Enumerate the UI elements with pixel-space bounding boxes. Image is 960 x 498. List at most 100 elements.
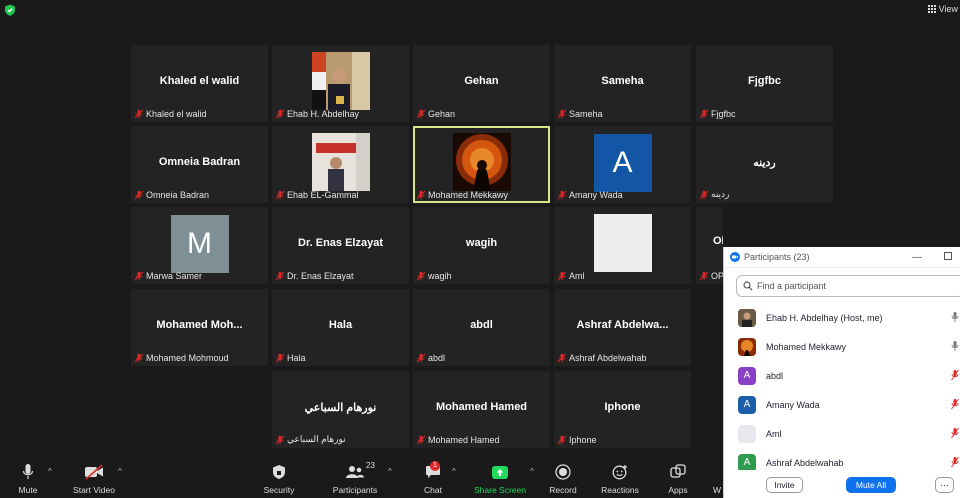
tile-name-label: Fjgfbc bbox=[699, 109, 736, 119]
video-tile[interactable]: Dr. Enas Elzayat Dr. Enas Elzayat bbox=[272, 207, 409, 284]
security-label: Security bbox=[263, 485, 295, 495]
mic-muted-icon bbox=[134, 353, 144, 363]
video-tile[interactable]: M Marwa Samer bbox=[131, 207, 268, 284]
reactions-button[interactable]: Reactions bbox=[600, 462, 640, 495]
participant-row[interactable]: A Amany Wada bbox=[724, 390, 960, 419]
video-options-chevron-icon[interactable]: ^ bbox=[118, 467, 122, 476]
participant-row[interactable]: Aabdl bbox=[724, 361, 960, 390]
video-tile[interactable]: Sameha Sameha bbox=[554, 45, 691, 122]
tile-label-text: نورهام السباعي bbox=[287, 434, 346, 444]
tile-label-text: Marwa Samer bbox=[146, 271, 203, 281]
invite-button[interactable]: Invite bbox=[766, 477, 803, 493]
mic-muted-icon bbox=[699, 109, 709, 119]
start-video-button[interactable]: Start Video bbox=[68, 462, 120, 495]
panel-title: Participants (23) bbox=[744, 252, 810, 262]
participant-row[interactable]: Mohamed Mekkawy bbox=[724, 332, 960, 361]
tile-name-label: Ehab H. Abdelhay bbox=[275, 109, 359, 119]
tile-label-text: Iphone bbox=[569, 435, 597, 445]
video-tile[interactable]: abdl abdl bbox=[413, 289, 550, 366]
tile-label-text: ردينه bbox=[711, 189, 730, 199]
share-screen-label: Share Screen bbox=[474, 485, 526, 495]
participants-count: 23 bbox=[366, 461, 375, 470]
video-tile[interactable]: OPPO F11 OP bbox=[696, 207, 723, 284]
participants-options-chevron-icon[interactable]: ^ bbox=[388, 467, 392, 476]
record-icon bbox=[555, 464, 571, 480]
record-button[interactable]: Record bbox=[548, 462, 578, 495]
video-tile[interactable]: Mohamed Mekkawy bbox=[413, 126, 550, 203]
apps-button[interactable]: Apps bbox=[664, 462, 692, 495]
mic-muted-icon bbox=[699, 190, 709, 200]
whiteboard-label-partial: W bbox=[712, 485, 722, 495]
mic-muted-icon bbox=[557, 109, 567, 119]
record-label: Record bbox=[549, 485, 577, 495]
video-tile[interactable]: Ehab EL-Gammal bbox=[272, 126, 409, 203]
tile-label-text: Fjgfbc bbox=[711, 109, 736, 119]
tile-name-label: Khaled el walid bbox=[134, 109, 207, 119]
security-button[interactable]: Security bbox=[260, 462, 298, 495]
video-tile[interactable]: Mohamed Hamed Mohamed Hamed bbox=[413, 371, 550, 448]
chat-button[interactable]: 1 Chat bbox=[420, 461, 446, 495]
microphone-icon bbox=[22, 464, 34, 479]
whiteboard-button-partial[interactable]: W bbox=[712, 462, 722, 495]
tile-display-name: ردينه bbox=[753, 157, 776, 169]
participant-avatar: A bbox=[738, 366, 756, 385]
video-tile[interactable]: نورهام السباعي نورهام السباعي bbox=[272, 371, 409, 448]
video-tile[interactable]: Ehab H. Abdelhay bbox=[272, 45, 409, 122]
tile-label-text: Dr. Enas Elzayat bbox=[287, 271, 354, 281]
share-options-chevron-icon[interactable]: ^ bbox=[530, 467, 534, 476]
mic-muted-icon bbox=[557, 435, 567, 445]
chat-options-chevron-icon[interactable]: ^ bbox=[452, 467, 456, 476]
minimize-icon[interactable]: — bbox=[912, 252, 922, 263]
video-tile[interactable]: Iphone Iphone bbox=[554, 371, 691, 448]
video-tile[interactable]: Mohamed Moh... Mohamed Mohmoud bbox=[131, 289, 268, 366]
tile-name-label: Marwa Samer bbox=[134, 271, 202, 281]
tile-name-label: abdl bbox=[416, 353, 445, 363]
video-tile[interactable]: Fjgfbc Fjgfbc bbox=[696, 45, 833, 122]
share-screen-button[interactable]: Share Screen bbox=[474, 462, 526, 495]
participant-video-image bbox=[452, 133, 511, 191]
video-tile[interactable]: Khaled el walid Khaled el walid bbox=[131, 45, 268, 122]
video-tile[interactable]: wagih wagih bbox=[413, 207, 550, 284]
maximize-icon[interactable] bbox=[944, 252, 952, 263]
mic-muted-icon bbox=[416, 353, 426, 363]
chat-label: Chat bbox=[424, 485, 442, 495]
mic-muted-icon bbox=[134, 109, 144, 119]
video-tile[interactable]: Hala Hala bbox=[272, 289, 409, 366]
participant-row[interactable]: Aml bbox=[724, 419, 960, 448]
participant-avatar bbox=[738, 424, 756, 443]
apps-label: Apps bbox=[668, 485, 688, 495]
more-button[interactable]: ··· bbox=[935, 477, 954, 493]
video-tile[interactable]: Gehan Gehan bbox=[413, 45, 550, 122]
tile-display-name: OPPO F11 bbox=[713, 235, 723, 247]
mic-muted-icon bbox=[416, 435, 426, 445]
tile-label-text: Aml bbox=[569, 271, 585, 281]
tile-display-name: Ashraf Abdelwa... bbox=[576, 319, 669, 331]
video-tile[interactable]: Ashraf Abdelwa... Ashraf Abdelwahab bbox=[554, 289, 691, 366]
tile-display-name: Dr. Enas Elzayat bbox=[298, 237, 383, 249]
tile-name-label: Ehab EL-Gammal bbox=[275, 190, 359, 200]
mic-muted-icon bbox=[557, 190, 567, 200]
participants-button[interactable]: 23 Participants bbox=[330, 461, 380, 495]
mute-button[interactable]: Mute bbox=[10, 462, 46, 495]
participant-row[interactable]: Ehab H. Abdelhay (Host, me) bbox=[724, 303, 960, 332]
tile-name-label: Iphone bbox=[557, 435, 597, 445]
video-tile[interactable]: Aml bbox=[554, 207, 691, 284]
tile-name-label: Mohamed Mohmoud bbox=[134, 353, 229, 363]
participant-name: Aml bbox=[766, 428, 782, 439]
video-tile[interactable]: Omneia Badran Omneia Badran bbox=[131, 126, 268, 203]
video-tile[interactable]: A Amany Wada bbox=[554, 126, 691, 203]
encryption-shield-icon[interactable] bbox=[4, 4, 16, 16]
mic-muted-icon bbox=[416, 109, 426, 119]
view-button[interactable]: View bbox=[927, 4, 958, 14]
audio-options-chevron-icon[interactable]: ^ bbox=[48, 467, 52, 476]
tile-name-label: Gehan bbox=[416, 109, 455, 119]
participant-avatar: A bbox=[593, 134, 652, 192]
panel-footer: Invite Mute All ··· bbox=[724, 470, 960, 498]
participant-search-input[interactable]: Find a participant bbox=[736, 275, 960, 297]
mute-all-button[interactable]: Mute All bbox=[846, 477, 896, 493]
participant-avatar bbox=[738, 308, 756, 327]
mic-muted-icon bbox=[275, 435, 285, 445]
video-tile[interactable]: ردينه ردينه bbox=[696, 126, 833, 203]
tile-label-text: Sameha bbox=[569, 109, 603, 119]
zoom-logo-icon bbox=[730, 252, 740, 262]
